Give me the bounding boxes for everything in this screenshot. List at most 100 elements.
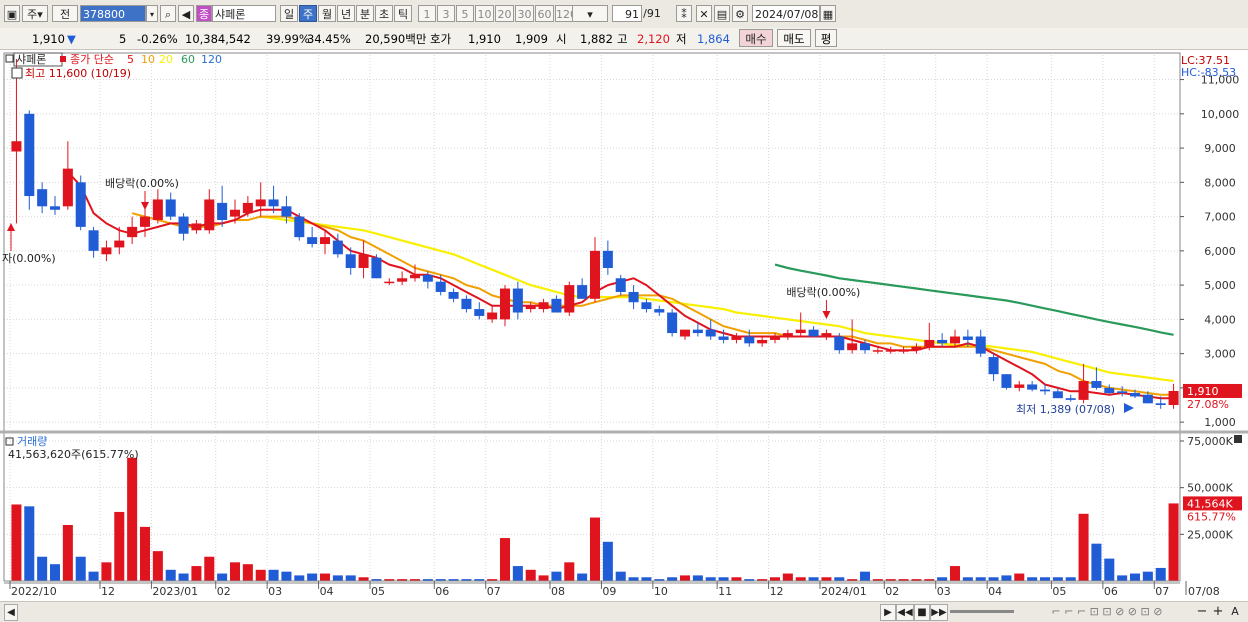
interval-tab-1[interactable]: 주 bbox=[299, 5, 317, 22]
minute-option-1[interactable]: 1 bbox=[418, 5, 436, 22]
minute-option-30[interactable]: 30 bbox=[515, 5, 534, 22]
interval-tab-6[interactable]: 틱 bbox=[394, 5, 412, 22]
layout-icon[interactable]: ▣ bbox=[4, 5, 20, 22]
volume-last-pct: 615.77% bbox=[1187, 510, 1236, 523]
candle-body bbox=[705, 329, 716, 337]
legend-ma-5: 5 bbox=[127, 53, 134, 66]
stop-button[interactable]: ■ bbox=[914, 604, 930, 621]
stock-name-field[interactable]: 샤페론 bbox=[212, 5, 276, 22]
last-date-label: 07/08 bbox=[1188, 585, 1220, 598]
time-tick-label: 11 bbox=[718, 585, 732, 598]
volume-bar bbox=[358, 577, 369, 581]
time-tick-label: 04 bbox=[320, 585, 334, 598]
draw-tool-icon[interactable]: ✕ bbox=[696, 5, 712, 22]
auto-scale-button[interactable]: A bbox=[1228, 604, 1242, 619]
zoom-out-button[interactable]: − bbox=[1196, 604, 1208, 619]
candle-body bbox=[1142, 394, 1153, 404]
volume-bar bbox=[88, 571, 99, 581]
play-button[interactable]: ▶ bbox=[880, 604, 896, 621]
drawing-tools-icons[interactable]: ⌐ ⌐ ⌐ ⊡ ⊡ ⊘ ⊘ ⊡ ⊘ bbox=[1022, 604, 1192, 619]
time-tick-label: 02 bbox=[217, 585, 231, 598]
buy-button[interactable]: 매수 bbox=[739, 29, 773, 47]
volume-bar bbox=[937, 577, 948, 581]
candle-body bbox=[962, 336, 973, 340]
interval-tab-5[interactable]: 초 bbox=[375, 5, 393, 22]
candle-body bbox=[821, 333, 832, 337]
speaker-icon[interactable]: ◀ bbox=[178, 5, 194, 22]
volume-bar bbox=[962, 577, 973, 581]
volume-bar bbox=[834, 577, 845, 581]
scroll-slider[interactable] bbox=[950, 604, 1014, 619]
legend-ma-20: 20 bbox=[159, 53, 173, 66]
view-selector[interactable]: 전 bbox=[52, 5, 78, 22]
legend-swatch bbox=[60, 56, 66, 62]
chart-type-icon[interactable]: ⁑ bbox=[676, 5, 692, 22]
calendar-icon[interactable]: ▦ bbox=[820, 5, 836, 22]
legend-prefix: 종가 단순 bbox=[70, 53, 114, 66]
stock-code-input[interactable]: 378800 bbox=[80, 5, 146, 22]
volume-bar bbox=[641, 577, 652, 581]
volume-bar bbox=[564, 562, 575, 581]
candle-body bbox=[628, 291, 639, 303]
minute-option-10[interactable]: 10 bbox=[475, 5, 494, 22]
minute-option-5[interactable]: 5 bbox=[456, 5, 474, 22]
candle-body bbox=[204, 199, 215, 231]
interval-tab-2[interactable]: 월 bbox=[318, 5, 336, 22]
search-icon[interactable]: ⌕ bbox=[160, 5, 176, 22]
time-tick-label: 12 bbox=[770, 585, 784, 598]
candle-body bbox=[782, 333, 793, 337]
candle-body bbox=[847, 343, 858, 351]
time-tick-label: 12 bbox=[101, 585, 115, 598]
candle-body bbox=[75, 182, 86, 227]
candle-body bbox=[487, 312, 498, 320]
high-label: 고 bbox=[617, 32, 628, 46]
interval-tab-3[interactable]: 년 bbox=[337, 5, 355, 22]
save-icon[interactable]: ▤ bbox=[714, 5, 730, 22]
sell-button[interactable]: 매도 bbox=[777, 29, 811, 47]
interval-tab-0[interactable]: 일 bbox=[280, 5, 298, 22]
candle-body bbox=[409, 274, 421, 279]
grid-icon bbox=[11, 67, 23, 79]
volume-tick-label: 50,000K bbox=[1187, 482, 1233, 495]
price-tick-label: 1,000 bbox=[1204, 416, 1236, 429]
volume-bar bbox=[499, 538, 511, 581]
time-tick-label: 05 bbox=[371, 585, 385, 598]
interval-tab-4[interactable]: 분 bbox=[356, 5, 374, 22]
candle-body bbox=[62, 168, 73, 207]
rewind-button[interactable]: ◀◀ bbox=[896, 604, 914, 621]
candle-body bbox=[435, 281, 446, 292]
page-total: /91 bbox=[643, 7, 661, 20]
volume-bar bbox=[229, 562, 241, 581]
quote-label: 호가 bbox=[430, 32, 452, 46]
time-tick-label: 2024/01 bbox=[821, 585, 867, 598]
volume-bar bbox=[1155, 567, 1166, 581]
evaluation-button[interactable]: 평 bbox=[815, 29, 837, 47]
zoom-in-button[interactable]: + bbox=[1212, 604, 1224, 619]
time-tick-label: 07 bbox=[1155, 585, 1169, 598]
stock-code-dropdown[interactable]: ▾ bbox=[146, 5, 158, 22]
volume-bar bbox=[1104, 558, 1115, 581]
fast-forward-button[interactable]: ▶▶ bbox=[930, 604, 948, 621]
page-current[interactable]: 91 bbox=[612, 5, 642, 22]
candle-body bbox=[1014, 384, 1025, 388]
candle-body bbox=[615, 278, 626, 292]
settings-icon[interactable]: ⚙ bbox=[732, 5, 748, 22]
date-input[interactable]: 2024/07/08 bbox=[752, 5, 820, 22]
candle-body bbox=[178, 216, 189, 234]
volume-bar bbox=[75, 556, 86, 581]
minute-option-3[interactable]: 3 bbox=[437, 5, 455, 22]
volume-title: 거래량 bbox=[17, 435, 47, 448]
scroll-left-arrow[interactable]: ◀ bbox=[4, 604, 18, 621]
candle-body bbox=[667, 312, 678, 334]
candle-body bbox=[988, 357, 999, 375]
minute-option-60[interactable]: 60 bbox=[535, 5, 554, 22]
legend-ma-120: 120 bbox=[201, 53, 222, 66]
minute-option-20[interactable]: 20 bbox=[495, 5, 514, 22]
period-selector[interactable]: 주▾ bbox=[22, 5, 48, 22]
low-label: 저 bbox=[676, 32, 687, 46]
candle-body bbox=[769, 336, 781, 340]
custom-period-dropdown[interactable]: ▾ bbox=[572, 5, 608, 22]
candle-body bbox=[1001, 374, 1012, 388]
candle-body bbox=[1117, 391, 1128, 394]
candle-body bbox=[165, 199, 176, 217]
